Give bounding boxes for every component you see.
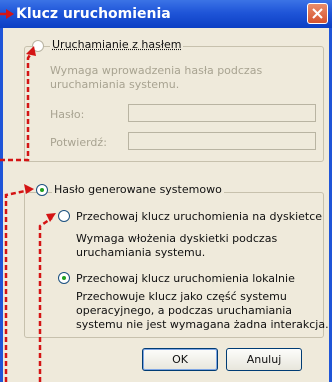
- password-radio[interactable]: [32, 40, 44, 52]
- password-field[interactable]: [128, 104, 316, 122]
- floppy-option-label[interactable]: Przechowaj klucz uruchomienia na dyskiet…: [76, 210, 322, 223]
- floppy-description: Wymaga włożenia dyskietki podczas urucha…: [76, 232, 277, 260]
- local-option-label[interactable]: Przechowaj klucz uruchomienia lokalnie: [76, 272, 295, 285]
- local-description-line1: Przechowuje klucz jako część systemu: [76, 290, 287, 303]
- password-description-line1: Wymaga wprowadzenia hasła podczas: [50, 64, 263, 77]
- password-option-label[interactable]: Uruchamianie z hasłem: [50, 38, 184, 51]
- password-field-label: Hasło:: [50, 108, 85, 121]
- cancel-button[interactable]: Anuluj: [226, 348, 302, 371]
- window-title: Klucz uruchomienia: [16, 6, 171, 22]
- password-description-line2: uruchamiania systemu.: [50, 78, 180, 91]
- floppy-radio[interactable]: [58, 210, 70, 222]
- floppy-description-line1: Wymaga włożenia dyskietki podczas: [76, 232, 278, 245]
- title-bar: Klucz uruchomienia: [0, 0, 332, 28]
- floppy-description-line2: uruchamiania systemu.: [76, 246, 206, 259]
- system-option-label[interactable]: Hasło generowane systemowo: [52, 183, 224, 196]
- confirm-field[interactable]: [128, 132, 316, 150]
- close-icon: [312, 8, 323, 19]
- ok-button[interactable]: OK: [142, 348, 218, 371]
- local-description: Przechowuje klucz jako część systemu ope…: [76, 290, 329, 332]
- local-description-line3: systemu nie jest wymagana żadna interakc…: [76, 318, 329, 331]
- local-description-line2: operacyjnego, a podczas uruchamiania: [76, 304, 293, 317]
- close-button[interactable]: [307, 3, 328, 24]
- password-description: Wymaga wprowadzenia hasła podczas urucha…: [50, 64, 262, 92]
- confirm-field-label: Potwierdź:: [50, 136, 107, 149]
- local-radio[interactable]: [58, 272, 70, 284]
- system-radio[interactable]: [36, 184, 48, 196]
